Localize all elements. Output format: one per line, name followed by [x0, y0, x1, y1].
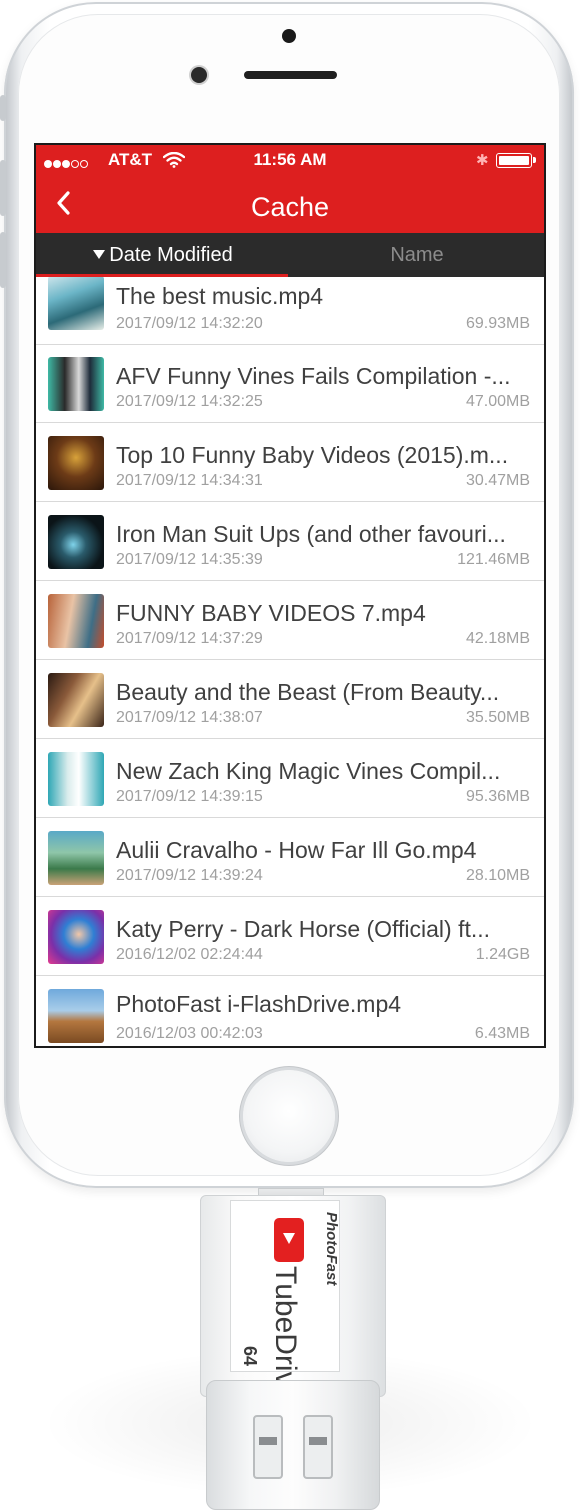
volume-down-button: [0, 232, 6, 288]
video-thumbnail: [48, 752, 104, 806]
file-name: Beauty and the Beast (From Beauty...: [116, 679, 500, 705]
file-name: Top 10 Funny Baby Videos (2015).m...: [116, 442, 509, 468]
earpiece-speaker: [244, 71, 337, 79]
file-date: 2017/09/12 14:35:39: [116, 551, 263, 568]
file-name: The best music.mp4: [116, 283, 324, 309]
home-button[interactable]: [243, 1070, 335, 1162]
tab-name-label: Name: [390, 244, 444, 266]
proximity-sensor: [282, 29, 296, 43]
video-thumbnail: [48, 277, 104, 330]
usb-slot: [303, 1415, 333, 1479]
flash-drive-cap: [206, 1380, 380, 1510]
file-date: 2016/12/03 00:42:03: [116, 1025, 263, 1042]
tab-date-modified[interactable]: Date Modified: [36, 233, 290, 277]
sort-tab-bar: Date Modified Name: [36, 233, 544, 277]
list-item[interactable]: Beauty and the Beast (From Beauty... 201…: [36, 661, 544, 739]
video-thumbnail: [48, 831, 104, 885]
navigation-bar: Cache: [36, 175, 544, 233]
file-size: 47.00MB: [465, 393, 530, 410]
capacity-label: 64: [240, 1346, 260, 1367]
file-name: PhotoFast i-FlashDrive.mp4: [116, 991, 402, 1017]
usb-contact: [309, 1437, 327, 1445]
battery-level: [499, 156, 529, 165]
file-size: 1.24GB: [475, 946, 530, 963]
list-item[interactable]: Aulii Cravalho - How Far Ill Go.mp4 2017…: [36, 819, 544, 897]
list-item[interactable]: New Zach King Magic Vines Compil... 2017…: [36, 740, 544, 818]
list-item[interactable]: AFV Funny Vines Fails Compilation -... 2…: [36, 345, 544, 423]
video-thumbnail: [48, 673, 104, 727]
screen: AT&T 11:56 AM ✱ Cache Date Modified Name: [34, 143, 546, 1048]
list-item[interactable]: Top 10 Funny Baby Videos (2015).m... 201…: [36, 424, 544, 502]
list-item[interactable]: The best music.mp4 2017/09/12 14:32:20 6…: [36, 277, 544, 345]
file-list[interactable]: The best music.mp4 2017/09/12 14:32:20 6…: [36, 277, 544, 1046]
tab-name[interactable]: Name: [290, 233, 544, 277]
status-bar: AT&T 11:56 AM ✱: [36, 145, 544, 175]
file-date: 2017/09/12 14:32:20: [116, 315, 263, 332]
file-name: Iron Man Suit Ups (and other favouri...: [116, 521, 506, 547]
file-date: 2017/09/12 14:39:24: [116, 867, 263, 884]
file-date: 2016/12/02 02:24:44: [116, 946, 263, 963]
file-date: 2017/09/12 14:37:29: [116, 630, 263, 647]
usb-slot: [253, 1415, 283, 1479]
usb-contact: [259, 1437, 277, 1445]
file-name: FUNNY BABY VIDEOS 7.mp4: [116, 600, 426, 626]
file-size: 35.50MB: [465, 709, 530, 726]
file-name: Katy Perry - Dark Horse (Official) ft...: [116, 916, 491, 942]
tab-date-modified-label: Date Modified: [109, 244, 233, 266]
video-thumbnail: [48, 989, 104, 1043]
list-item[interactable]: PhotoFast i-FlashDrive.mp4 2016/12/03 00…: [36, 977, 544, 1046]
file-date: 2017/09/12 14:39:15: [116, 788, 263, 805]
file-size: 121.46MB: [457, 551, 530, 568]
battery-icon: [496, 153, 536, 168]
file-size: 95.36MB: [465, 788, 530, 805]
play-triangle-icon: [283, 1233, 295, 1244]
video-thumbnail: [48, 910, 104, 964]
bluetooth-icon: ✱: [476, 152, 489, 169]
brand-label: PhotoFast: [323, 1212, 340, 1286]
file-size: 30.47MB: [465, 472, 530, 489]
file-size: 69.93MB: [465, 315, 530, 332]
volume-up-button: [0, 160, 6, 216]
file-name: Aulii Cravalho - How Far Ill Go.mp4: [116, 837, 477, 863]
sort-descending-icon: [93, 250, 106, 259]
file-size: 42.18MB: [465, 630, 530, 647]
video-thumbnail: [48, 515, 104, 569]
mute-switch: [0, 95, 6, 121]
file-size: 28.10MB: [465, 867, 530, 884]
file-date: 2017/09/12 14:34:31: [116, 472, 263, 489]
list-item[interactable]: Katy Perry - Dark Horse (Official) ft...…: [36, 898, 544, 976]
video-thumbnail: [48, 357, 104, 411]
clock: 11:56 AM: [253, 150, 327, 169]
video-thumbnail: [48, 436, 104, 490]
file-name: New Zach King Magic Vines Compil...: [116, 758, 501, 784]
file-name: AFV Funny Vines Fails Compilation -...: [116, 363, 511, 389]
file-date: 2017/09/12 14:32:25: [116, 393, 263, 410]
page-title: Cache: [250, 192, 330, 222]
list-item[interactable]: FUNNY BABY VIDEOS 7.mp4 2017/09/12 14:37…: [36, 582, 544, 660]
file-size: 6.43MB: [474, 1025, 530, 1042]
front-camera: [191, 67, 207, 83]
list-item[interactable]: Iron Man Suit Ups (and other favouri... …: [36, 503, 544, 581]
file-date: 2017/09/12 14:38:07: [116, 709, 263, 726]
video-thumbnail: [48, 594, 104, 648]
